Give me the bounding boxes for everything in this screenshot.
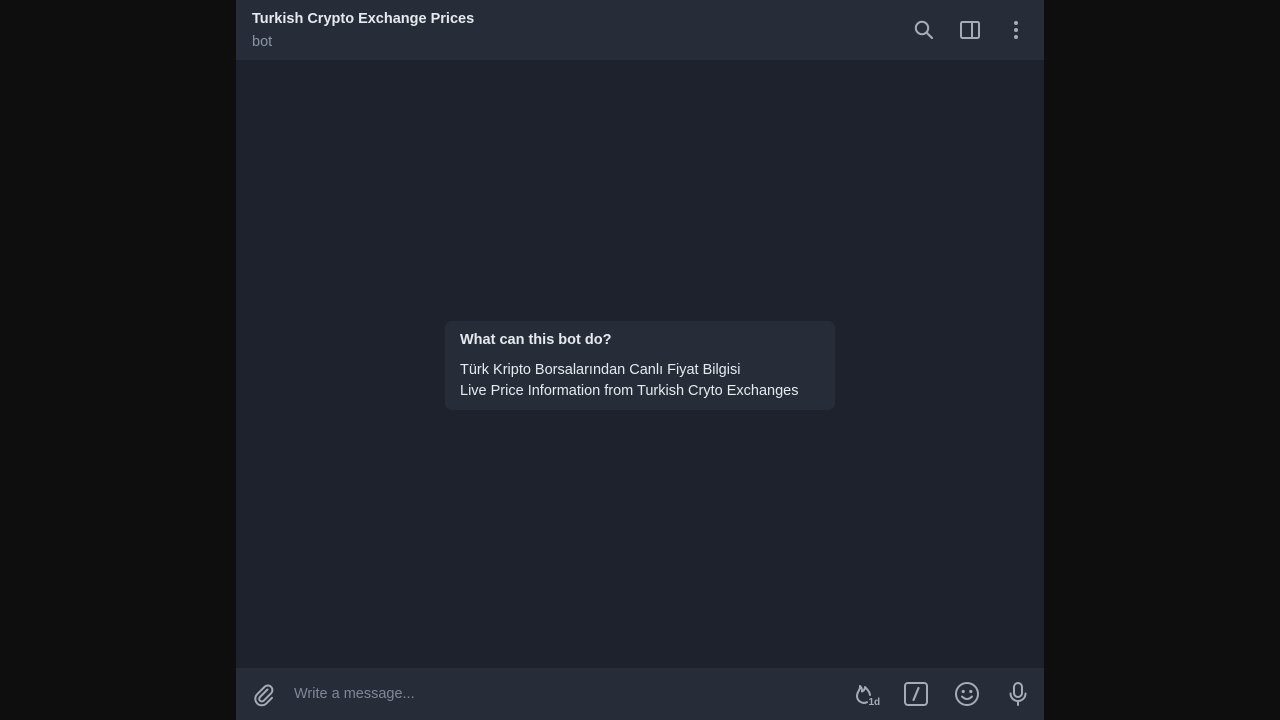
bot-intro-line: Türk Kripto Borsalarından Canlı Fiyat Bi…	[460, 362, 741, 378]
sidebar-toggle-icon	[960, 21, 980, 39]
more-vert-icon	[1014, 21, 1018, 39]
attach-button[interactable]	[246, 676, 282, 712]
bot-intro-heading: What can this bot do?	[460, 332, 612, 348]
sidebar-toggle-button[interactable]	[954, 14, 986, 46]
bot-commands-icon	[904, 682, 928, 706]
timer-badge: 1d	[869, 697, 881, 708]
attach-icon	[254, 684, 274, 707]
header-actions	[908, 14, 1032, 46]
microphone-icon	[1009, 682, 1027, 706]
message-input[interactable]	[292, 675, 847, 713]
voice-message-button[interactable]	[1000, 676, 1036, 712]
chat-subtitle: bot	[252, 33, 273, 50]
emoji-button[interactable]	[949, 676, 985, 712]
bot-intro-card: What can this bot do? Türk Kripto Borsal…	[445, 321, 835, 410]
chat-title-block[interactable]: Turkish Crypto Exchange Prices bot	[252, 10, 474, 51]
bot-commands-button[interactable]	[898, 676, 934, 712]
composer-tools: 1d	[847, 676, 1036, 712]
more-options-button[interactable]	[1000, 14, 1032, 46]
bot-intro-line: Live Price Information from Turkish Cryt…	[460, 383, 799, 399]
message-composer: 1d	[236, 668, 1044, 720]
search-icon	[914, 20, 934, 40]
emoji-icon	[955, 682, 979, 706]
message-area: What can this bot do? Türk Kripto Borsal…	[236, 60, 1044, 668]
search-button[interactable]	[908, 14, 940, 46]
autodelete-timer-icon: 1d	[856, 685, 881, 708]
chat-title: Turkish Crypto Exchange Prices	[252, 10, 475, 27]
autodelete-timer-button[interactable]: 1d	[847, 676, 883, 712]
chat-header: Turkish Crypto Exchange Prices bot	[236, 0, 1044, 60]
chat-window: Turkish Crypto Exchange Prices bot What …	[236, 0, 1044, 720]
